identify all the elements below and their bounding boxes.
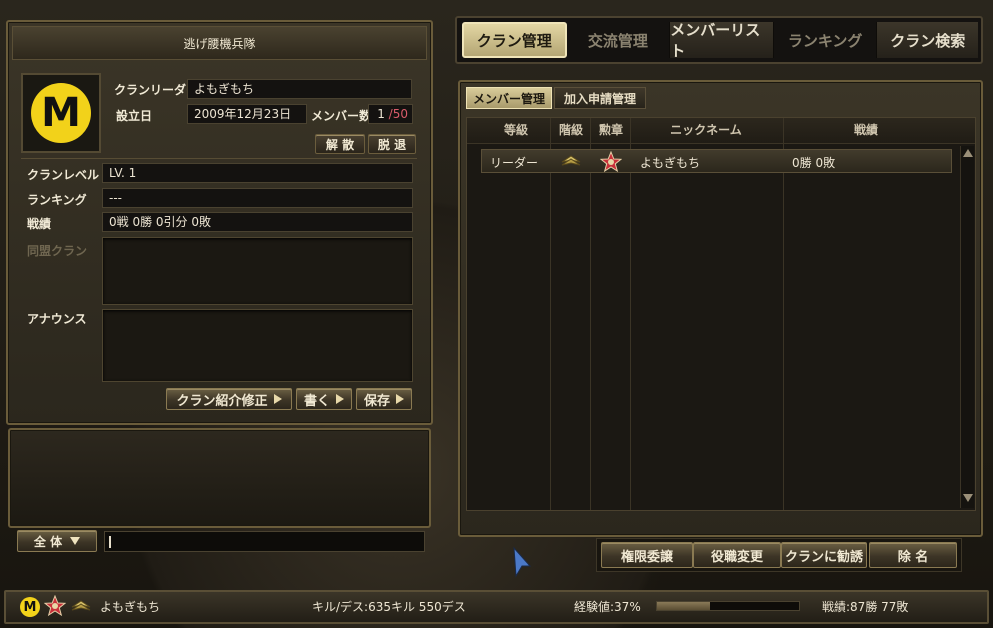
cursor-icon: [513, 546, 532, 578]
table-row[interactable]: リーダー よもぎもち 0勝 0敗: [481, 149, 952, 173]
disband-button[interactable]: 解 散: [315, 134, 365, 154]
subtab-join-requests[interactable]: 加入申請管理: [554, 87, 646, 109]
status-exp-label: 経験値:37%: [574, 600, 641, 614]
alliance-box: [102, 237, 413, 305]
status-medal-icon: [43, 594, 67, 617]
chat-log: [8, 428, 431, 528]
tab-exchange-management[interactable]: 交流管理: [567, 22, 671, 58]
leader-label: クランリーダー: [114, 83, 199, 97]
row-grade: リーダー: [490, 156, 539, 170]
status-kill-death: キル/デス:635キル 550デス: [312, 600, 466, 614]
tab-member-list[interactable]: メンバーリスト: [670, 21, 774, 60]
top-tabs: クラン管理 交流管理 メンバーリスト ランキング クラン検索: [462, 21, 978, 60]
expel-button[interactable]: 除 名: [869, 542, 957, 568]
scroll-down-icon[interactable]: [963, 494, 973, 502]
ranking-label: ランキング: [27, 193, 87, 207]
header-grade: 等級: [503, 123, 528, 137]
play-arrow-icon: [396, 394, 404, 404]
clan-name-text: 逃げ腰機兵隊: [183, 36, 256, 51]
alliance-label: 同盟クラン: [27, 244, 88, 258]
scroll-up-icon[interactable]: [963, 149, 973, 157]
founded-value: 2009年12月23日: [187, 104, 307, 124]
change-role-button[interactable]: 役職変更: [693, 542, 781, 568]
column-divider: [590, 118, 591, 510]
edit-intro-button[interactable]: クラン紹介修正: [166, 388, 292, 410]
founded-label: 設立日: [116, 109, 153, 123]
header-rank: 階級: [558, 123, 583, 137]
leader-value: よもぎもち: [187, 79, 412, 99]
member-table: 等級 階級 勲章 ニックネーム 戦績 リーダー よもぎもち 0勝 0敗: [466, 117, 976, 511]
row-record: 0勝 0敗: [792, 156, 836, 170]
level-label: クランレベル: [27, 168, 100, 182]
status-record: 戦績:87勝 77敗: [822, 600, 909, 614]
members-count: 1 /50: [368, 104, 413, 124]
announce-label: アナウンス: [27, 312, 87, 326]
exp-bar: [656, 601, 800, 611]
rank-chevron-icon: [560, 153, 582, 169]
chat-input[interactable]: [104, 531, 425, 552]
column-divider: [550, 118, 551, 510]
status-emblem-icon: M: [20, 597, 40, 617]
clan-emblem-icon: M: [31, 83, 91, 143]
record-value: 0戦 0勝 0引分 0敗: [102, 212, 413, 232]
text-caret: [109, 536, 111, 548]
star-medal-icon: [599, 150, 623, 173]
invite-to-clan-button[interactable]: クランに勧誘: [781, 542, 867, 568]
tab-clan-search[interactable]: クラン検索: [877, 22, 978, 58]
tab-clan-management[interactable]: クラン管理: [462, 22, 567, 58]
play-arrow-icon: [336, 394, 344, 404]
tab-ranking[interactable]: ランキング: [774, 22, 878, 58]
save-button[interactable]: 保存: [356, 388, 412, 410]
status-player-name: よもぎもち: [100, 600, 161, 614]
scrollbar[interactable]: [960, 146, 974, 508]
row-nickname: よもぎもち: [640, 156, 701, 170]
announce-textarea[interactable]: [102, 309, 413, 382]
level-value: LV. 1: [102, 163, 413, 183]
clan-logo: M: [21, 73, 101, 153]
write-button[interactable]: 書く: [296, 388, 352, 410]
leave-button[interactable]: 脱 退: [368, 134, 416, 154]
subtab-member-management[interactable]: メンバー管理: [466, 87, 552, 109]
header-record: 戦績: [853, 123, 878, 137]
header-nickname: ニックネーム: [670, 123, 742, 137]
column-divider: [630, 118, 631, 510]
chat-channel-select[interactable]: 全 体: [17, 530, 97, 552]
record-label: 戦績: [27, 217, 52, 231]
column-divider: [783, 118, 784, 510]
members-label: メンバー数: [311, 109, 372, 123]
transfer-authority-button[interactable]: 権限委譲: [601, 542, 693, 568]
clan-name-title: 逃げ腰機兵隊: [12, 26, 427, 60]
exp-bar-fill: [657, 602, 710, 610]
header-medal: 勲章: [598, 123, 623, 137]
status-rank-icon: [70, 598, 92, 614]
ranking-value: ---: [102, 188, 413, 208]
chevron-down-icon: [70, 537, 81, 545]
play-arrow-icon: [273, 394, 282, 404]
